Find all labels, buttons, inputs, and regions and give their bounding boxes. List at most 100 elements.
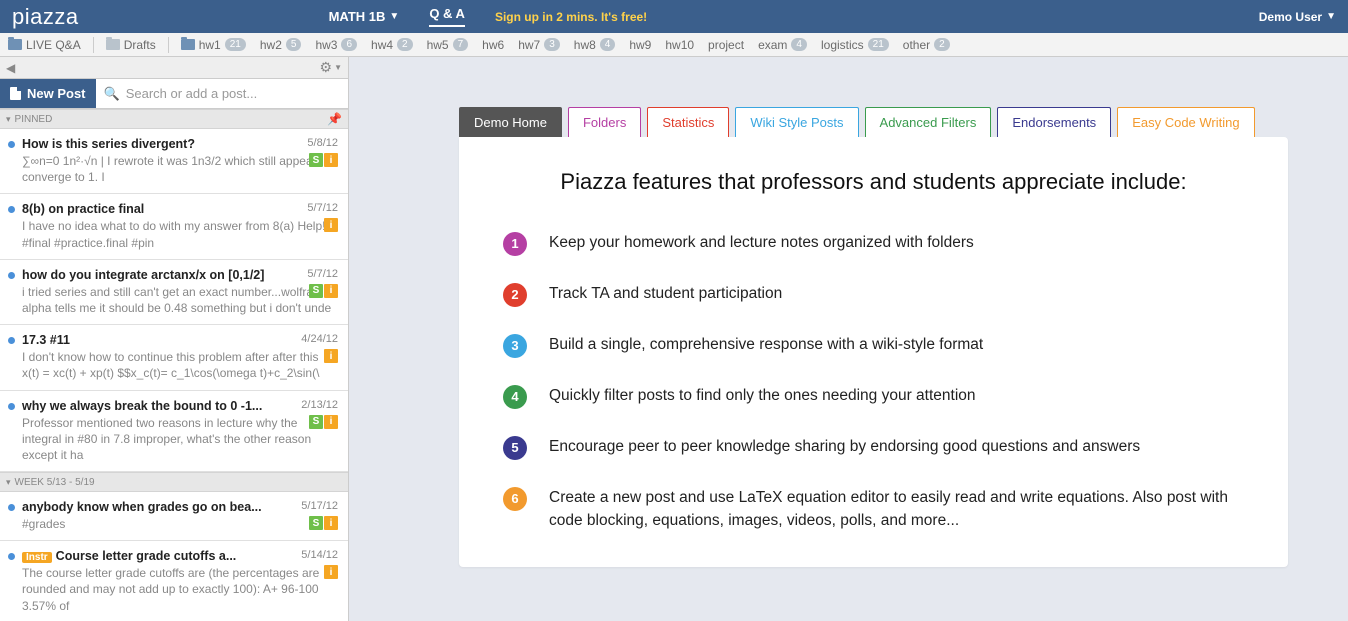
feed-post[interactable]: how do you integrate arctanx/x on [0,1/2… bbox=[0, 260, 348, 325]
unread-dot-icon bbox=[8, 272, 15, 279]
post-snippet: Professor mentioned two reasons in lectu… bbox=[22, 415, 338, 464]
search-box[interactable]: 🔍 bbox=[96, 79, 348, 108]
folder-hw9[interactable]: hw9 bbox=[629, 38, 651, 52]
course-switcher[interactable]: MATH 1B ▼ bbox=[329, 9, 400, 24]
feed-post[interactable]: anybody know when grades go on bea...#gr… bbox=[0, 492, 348, 541]
divider bbox=[168, 37, 169, 53]
search-input[interactable] bbox=[126, 86, 340, 101]
post-snippet: i tried series and still can't get an ex… bbox=[22, 284, 338, 316]
section-header-week[interactable]: ▾ WEEK 5/13 - 5/19 bbox=[0, 472, 348, 492]
folder-label: hw8 bbox=[574, 38, 596, 52]
post-snippet: ∑∞n=0 1n²·√n | I rewrote it was 1n3/2 wh… bbox=[22, 153, 338, 185]
instructor-pill: Instr bbox=[22, 552, 52, 563]
post-date: 5/17/12 bbox=[301, 500, 338, 512]
post-feed[interactable]: ▾ PINNED 📌 How is this series divergent?… bbox=[0, 109, 348, 621]
feature-item: 6 Create a new post and use LaTeX equatio… bbox=[503, 486, 1244, 533]
unread-dot-icon bbox=[8, 206, 15, 213]
unread-dot-icon bbox=[8, 141, 15, 148]
user-menu[interactable]: Demo User ▼ bbox=[1259, 10, 1336, 24]
badge-s-icon: S bbox=[309, 153, 323, 167]
post-date: 5/14/12 bbox=[301, 549, 338, 561]
folder-hw1[interactable]: hw1 21 bbox=[181, 38, 246, 52]
feature-number-icon: 6 bbox=[503, 487, 527, 511]
collapse-icon: ▾ bbox=[6, 477, 11, 488]
post-title: anybody know when grades go on bea... bbox=[22, 500, 338, 514]
feed-post[interactable]: 8(b) on practice finalI have no idea wha… bbox=[0, 194, 348, 259]
folder-count: 21 bbox=[225, 38, 246, 51]
folder-icon bbox=[181, 39, 195, 50]
folder-label: project bbox=[708, 38, 744, 52]
demo-heading: Piazza features that professors and stud… bbox=[503, 169, 1244, 195]
post-title: How is this series divergent? bbox=[22, 137, 338, 151]
demo-tab-statistics[interactable]: Statistics bbox=[647, 107, 729, 137]
collapse-feed-icon[interactable]: ◀ bbox=[6, 61, 15, 75]
new-post-button[interactable]: New Post bbox=[0, 79, 96, 108]
feed-post[interactable]: How is this series divergent? ∑∞n=0 1n²·√… bbox=[0, 129, 348, 194]
pin-icon: 📌 bbox=[327, 112, 342, 126]
feed-post[interactable]: InstrCourse letter grade cutoffs a...The… bbox=[0, 541, 348, 621]
folder-hw3[interactable]: hw36 bbox=[315, 38, 357, 52]
folder-label: hw9 bbox=[629, 38, 651, 52]
folder-drafts[interactable]: Drafts bbox=[106, 38, 156, 52]
folder-count: 7 bbox=[453, 38, 469, 51]
folder-hw6[interactable]: hw6 bbox=[482, 38, 504, 52]
folder-other[interactable]: other2 bbox=[903, 38, 950, 52]
post-title: 17.3 #11 bbox=[22, 333, 338, 347]
folder-hw4[interactable]: hw4 2 bbox=[371, 38, 413, 52]
post-snippet: I don't know how to continue this proble… bbox=[22, 349, 338, 381]
folder-hw5[interactable]: hw57 bbox=[427, 38, 469, 52]
feature-text: Build a single, comprehensive response w… bbox=[549, 333, 983, 356]
folder-label: exam bbox=[758, 38, 787, 52]
demo-tab-demo-home[interactable]: Demo Home bbox=[459, 107, 562, 137]
folder-hw8[interactable]: hw84 bbox=[574, 38, 616, 52]
feature-text: Create a new post and use LaTeX equation… bbox=[549, 486, 1244, 533]
qa-tab[interactable]: Q & A bbox=[429, 6, 465, 27]
folder-label: logistics bbox=[821, 38, 864, 52]
feed-post[interactable]: why we always break the bound to 0 -1...… bbox=[0, 391, 348, 473]
top-bar: piazza MATH 1B ▼ Q & A Sign up in 2 mins… bbox=[0, 0, 1348, 33]
folder-logistics[interactable]: logistics21 bbox=[821, 38, 889, 52]
caret-down-icon: ▼ bbox=[334, 63, 342, 72]
feed-settings-button[interactable]: ⚙ ▼ bbox=[320, 59, 342, 76]
folder-project[interactable]: project bbox=[708, 38, 744, 52]
folder-hw2[interactable]: hw25 bbox=[260, 38, 302, 52]
demo-tab-row: Demo HomeFoldersStatisticsWiki Style Pos… bbox=[459, 107, 1288, 137]
unread-dot-icon bbox=[8, 553, 15, 560]
folder-exam[interactable]: exam4 bbox=[758, 38, 807, 52]
logo[interactable]: piazza bbox=[12, 4, 79, 30]
demo-tab-advanced-filters[interactable]: Advanced Filters bbox=[865, 107, 992, 137]
feature-number-icon: 3 bbox=[503, 334, 527, 358]
folder-icon bbox=[8, 39, 22, 50]
demo-content-card: Piazza features that professors and stud… bbox=[459, 137, 1288, 567]
post-date: 4/24/12 bbox=[301, 333, 338, 345]
post-date: 5/7/12 bbox=[307, 268, 338, 280]
feed-post[interactable]: 17.3 #11 I don't know how to continue thi… bbox=[0, 325, 348, 390]
demo-tab-easy-code-writing[interactable]: Easy Code Writing bbox=[1117, 107, 1254, 137]
section-header-pinned[interactable]: ▾ PINNED 📌 bbox=[0, 109, 348, 129]
demo-tab-folders[interactable]: Folders bbox=[568, 107, 641, 137]
folder-hw7[interactable]: hw7 3 bbox=[518, 38, 560, 52]
folder-hw10[interactable]: hw10 bbox=[665, 38, 694, 52]
demo-tab-wiki-style-posts[interactable]: Wiki Style Posts bbox=[735, 107, 858, 137]
folder-live-qa[interactable]: LIVE Q&A bbox=[8, 38, 81, 52]
section-label: WEEK 5/13 - 5/19 bbox=[15, 477, 95, 488]
folder-label: hw4 bbox=[371, 38, 393, 52]
feature-number-icon: 1 bbox=[503, 232, 527, 256]
folder-count: 2 bbox=[934, 38, 950, 51]
folder-label: hw1 bbox=[199, 38, 221, 52]
signup-link[interactable]: Sign up in 2 mins. It's free! bbox=[495, 10, 647, 24]
badge-i-icon: i bbox=[324, 516, 338, 530]
folder-label: LIVE Q&A bbox=[26, 38, 81, 52]
folder-count: 2 bbox=[397, 38, 413, 51]
folder-label: hw2 bbox=[260, 38, 282, 52]
caret-down-icon: ▼ bbox=[389, 11, 399, 22]
post-date: 2/13/12 bbox=[301, 399, 338, 411]
folder-count: 3 bbox=[544, 38, 560, 51]
post-title: InstrCourse letter grade cutoffs a... bbox=[22, 549, 338, 563]
badge-s-icon: S bbox=[309, 415, 323, 429]
folder-label: Drafts bbox=[124, 38, 156, 52]
folder-label: hw7 bbox=[518, 38, 540, 52]
demo-tab-endorsements[interactable]: Endorsements bbox=[997, 107, 1111, 137]
feature-item: 5Encourage peer to peer knowledge sharin… bbox=[503, 435, 1244, 460]
feature-number-icon: 2 bbox=[503, 283, 527, 307]
